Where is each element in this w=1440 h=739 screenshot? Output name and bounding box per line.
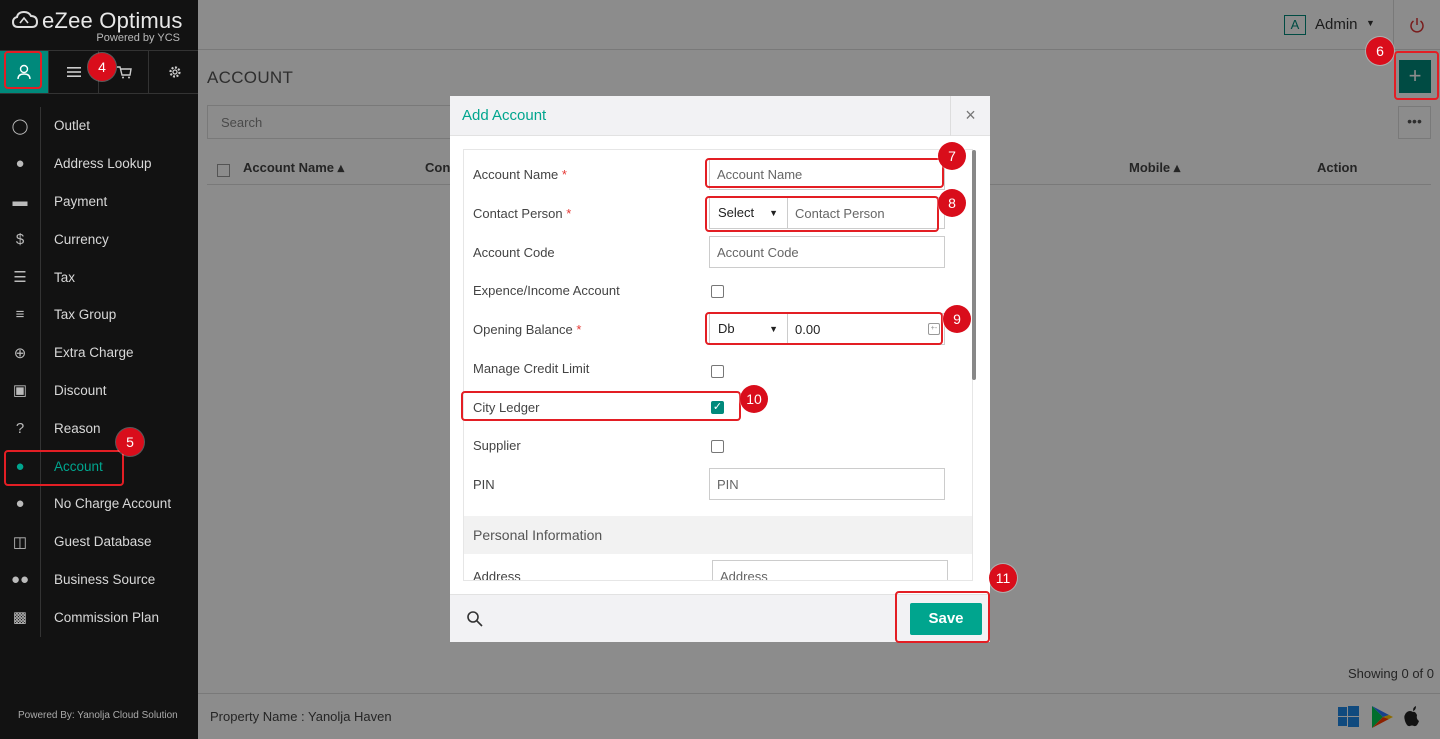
database-icon: ◫ [12, 533, 28, 551]
sidebar-item-address-lookup[interactable]: ● Address Lookup [0, 145, 198, 183]
sidebar-item-label: Extra Charge [54, 345, 134, 361]
app-logo: eZee Optimus Powered by YCS [12, 6, 192, 46]
manage-credit-label: Manage Credit Limit [473, 361, 590, 376]
required-mark: * [566, 206, 572, 221]
highlight-add-button [1394, 51, 1439, 100]
annotation-badge: 6 [1366, 37, 1394, 65]
highlight-account-item [4, 450, 124, 486]
modal-scrollbar[interactable] [972, 150, 976, 380]
brand-sub: Powered by YCS [96, 32, 180, 44]
personal-information-section: Personal Information [464, 516, 972, 554]
modal-title: Add Account [462, 107, 547, 124]
address-label: Address [473, 569, 521, 581]
annotation-badge: 9 [943, 305, 971, 333]
contact-person-label: Contact Person * [473, 206, 571, 221]
modal-header: Add Account × [450, 96, 990, 136]
annotation-badge: 4 [88, 53, 116, 81]
settings-tab[interactable] [150, 51, 199, 93]
sidebar-item-label: No Charge Account [54, 496, 172, 512]
highlight-user-tab [4, 51, 42, 89]
supplier-label: Supplier [473, 438, 521, 453]
question-icon: ? [15, 419, 25, 437]
user-solid-icon: ● [15, 495, 25, 513]
sidebar-item-tax[interactable]: ☰ Tax [0, 258, 198, 296]
label-text: Account Name [473, 167, 559, 182]
sidebar-item-business-source[interactable]: ●● Business Source [0, 561, 198, 599]
sidebar-item-label: Discount [54, 382, 107, 398]
users-icon: ●● [10, 570, 30, 588]
annotation-badge: 7 [938, 142, 966, 170]
sidebar-item-label: Guest Database [54, 534, 152, 550]
annotation-badge: 8 [938, 189, 966, 217]
label-text: Opening Balance [473, 322, 573, 337]
sidebar-item-label: Tax Group [54, 307, 117, 323]
sidebar-item-extra-charge[interactable]: ⊕ Extra Charge [0, 334, 198, 372]
label-text: Contact Person [473, 206, 563, 221]
sidebar-item-currency[interactable]: $ Currency [0, 220, 198, 258]
sidebar-item-label: Address Lookup [54, 156, 152, 172]
dollar-icon: $ [15, 230, 25, 248]
sidebar-item-no-charge-account[interactable]: ● No Charge Account [0, 485, 198, 523]
account-name-label: Account Name * [473, 167, 567, 182]
brand-name: eZee Optimus [42, 8, 183, 33]
expence-income-label: Expence/Income Account [473, 283, 620, 298]
highlight-contact-person [705, 196, 939, 232]
manage-credit-checkbox[interactable] [711, 365, 724, 378]
address-input[interactable]: Address [712, 560, 948, 580]
list-icon: ☰ [13, 269, 27, 287]
sidebar-item-label: Tax [54, 269, 76, 285]
sidebar-menu: ◯ Outlet ● Address Lookup ▬ Payment $ Curren… [0, 107, 198, 636]
map-pin-icon: ● [15, 155, 25, 173]
cart-icon [117, 66, 132, 79]
highlight-account-name [705, 158, 944, 188]
cloud-logo-icon [12, 10, 38, 28]
opening-balance-label: Opening Balance * [473, 322, 581, 337]
account-code-input[interactable]: Account Code [709, 236, 945, 268]
highlight-opening-balance [705, 312, 943, 345]
sidebar-item-discount[interactable]: ▣ Discount [0, 372, 198, 410]
annotation-badge: 11 [989, 564, 1017, 592]
required-mark: * [561, 167, 567, 182]
sidebar-item-label: Payment [54, 193, 108, 209]
sidebar-item-outlet[interactable]: ◯ Outlet [0, 107, 198, 145]
sidebar-item-label: Outlet [54, 118, 91, 134]
sidebar-item-label: Reason [54, 420, 101, 436]
gift-icon: ▣ [12, 382, 28, 400]
close-icon: × [965, 105, 976, 125]
sidebar-item-payment[interactable]: ▬ Payment [0, 183, 198, 221]
pin-label: PIN [473, 477, 495, 492]
annotation-badge: 10 [740, 385, 768, 413]
search-icon[interactable] [466, 610, 484, 628]
annotation-badge: 5 [116, 428, 144, 456]
close-button[interactable]: × [950, 96, 990, 136]
list-ul-icon: ≡ [15, 306, 25, 324]
supplier-checkbox[interactable] [711, 440, 724, 453]
sidebar-item-label: Currency [54, 231, 109, 247]
section-title: Personal Information [473, 527, 603, 543]
sidebar: eZee Optimus Powered by YCS ◯ Outlet ● Add… [0, 0, 198, 739]
expence-income-checkbox[interactable] [711, 285, 724, 298]
sidebar-item-label: Commission Plan [54, 609, 160, 625]
pin-input[interactable]: PIN [709, 468, 945, 500]
credit-card-icon: ▬ [12, 192, 28, 210]
user-icon: ◯ [11, 117, 29, 135]
highlight-city-ledger [461, 391, 741, 421]
sidebar-footer: Powered By: Yanolja Cloud Solution [18, 710, 178, 721]
plus-circle-icon: ⊕ [13, 344, 27, 362]
highlight-save-button [895, 591, 990, 643]
account-code-label: Account Code [473, 245, 555, 260]
sidebar-item-commission-plan[interactable]: ▩ Commission Plan [0, 598, 198, 636]
sidebar-item-label: Business Source [54, 571, 156, 587]
sidebar-item-tax-group[interactable]: ≡ Tax Group [0, 296, 198, 334]
required-mark: * [576, 322, 582, 337]
sidebar-item-reason[interactable]: ? Reason [0, 409, 198, 447]
gear-icon [168, 66, 181, 78]
menu-icon [67, 67, 81, 77]
money-icon: ▩ [12, 609, 28, 627]
sidebar-item-guest-database[interactable]: ◫ Guest Database [0, 523, 198, 561]
